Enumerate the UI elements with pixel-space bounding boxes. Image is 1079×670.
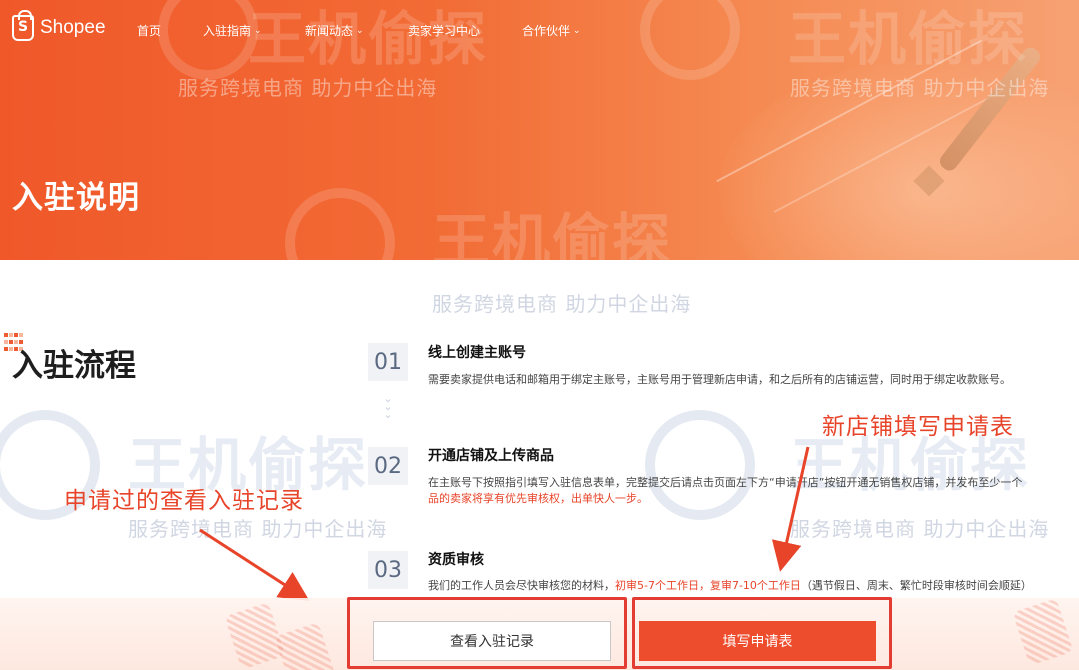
hero-banner: 王机偷探 服务跨境电商 助力中企出海 王机偷探 服务跨境电商 助力中企出海 王机…	[0, 0, 1079, 260]
annotation-view-records: 申请过的查看入驻记录	[64, 488, 304, 514]
step-title: 开通店铺及上传商品	[428, 448, 554, 464]
step-description: 我们的工作人员会尽快审核您的材料，初审5-7个工作日，复审7-10个工作日（遇节…	[428, 579, 1032, 592]
step-number: 02	[368, 447, 408, 485]
annotation-fill-application: 新店铺填写申请表	[822, 414, 1014, 440]
nav-item-partners[interactable]: 合作伙伴 ⌄	[522, 22, 581, 39]
step-title: 线上创建主账号	[428, 345, 526, 361]
chevron-down-icon: ⌄	[573, 25, 581, 36]
fill-application-button[interactable]: 填写申请表	[639, 621, 876, 661]
watermark-globe-icon	[285, 188, 395, 260]
page-title: 入驻说明	[12, 180, 140, 216]
watermark-subtext: 服务跨境电商 助力中企出海	[432, 292, 692, 316]
watermark-subtext: 服务跨境电商 助力中企出海	[790, 517, 1050, 541]
shopee-logo[interactable]: S Shopee	[12, 10, 106, 41]
top-navigation: S Shopee 首页 入驻指南 ⌄ 新闻动态 ⌄ 卖家学习中心 合作伙伴 ⌄	[0, 0, 1079, 60]
step-description-highlight: 品的卖家将享有优先审核权，出单快人一步。	[428, 492, 648, 505]
watermark-globe-icon	[645, 410, 755, 520]
watermark-text: 王机偷探	[432, 207, 673, 260]
watermark-subtext: 服务跨境电商 助力中企出海	[128, 517, 388, 541]
step-number: 03	[368, 551, 408, 589]
section-title: 入驻流程	[12, 348, 136, 384]
shopee-bag-icon: S	[12, 10, 34, 41]
watermark-subtext: 服务跨境电商 助力中企出海	[178, 76, 438, 100]
nav-item-home[interactable]: 首页	[137, 22, 161, 39]
nav-item-news[interactable]: 新闻动态 ⌄	[305, 22, 364, 39]
shopee-tag-decoration-icon	[274, 622, 336, 670]
shopee-tag-decoration-icon	[1012, 598, 1074, 666]
logo-text: Shopee	[40, 17, 106, 38]
step-number: 01	[368, 343, 408, 381]
nav-item-guide[interactable]: 入驻指南 ⌄	[203, 22, 262, 39]
watermark-subtext: 服务跨境电商 助力中企出海	[790, 76, 1050, 100]
view-records-button[interactable]: 查看入驻记录	[373, 621, 611, 661]
nav-item-learning-center[interactable]: 卖家学习中心	[408, 22, 480, 39]
shopee-tag-decoration-icon	[224, 602, 286, 670]
chevrons-down-icon: ⌄ ⌄ ⌄	[383, 392, 393, 421]
chevron-down-icon: ⌄	[254, 25, 262, 36]
chevron-down-icon: ⌄	[356, 25, 364, 36]
step-title: 资质审核	[428, 552, 484, 568]
step-description: 需要卖家提供电话和邮箱用于绑定主账号，主账号用于管理新店申请，和之后所有的店铺运…	[428, 373, 1011, 386]
